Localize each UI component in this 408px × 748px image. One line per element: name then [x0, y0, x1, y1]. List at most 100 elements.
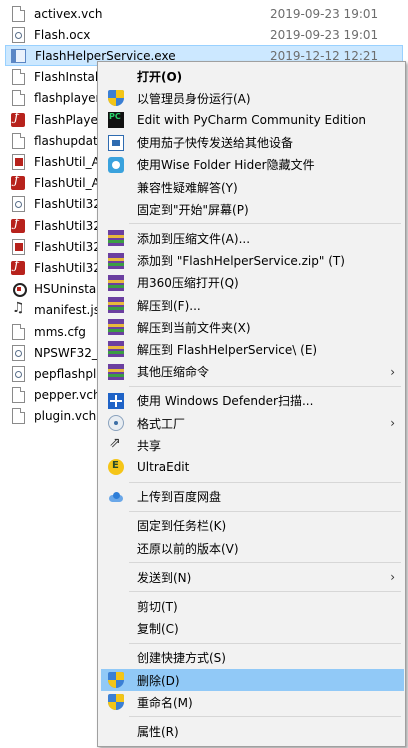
file-name: FlashUtil32_ — [34, 197, 107, 212]
executable-icon — [11, 282, 27, 298]
qiezi-icon — [108, 134, 124, 151]
file-name: activex.vch — [34, 6, 103, 21]
document-icon — [12, 387, 25, 404]
menu-item[interactable]: 解压到当前文件夹(X) — [101, 316, 404, 338]
flash-icon — [11, 110, 25, 127]
menu-item[interactable]: 解压到(F)... — [101, 294, 404, 316]
winrar-icon — [108, 230, 124, 247]
menu-item[interactable]: 添加到 "FlashHelperService.zip" (T) — [101, 250, 404, 272]
document-icon — [12, 408, 25, 425]
document-icon — [12, 69, 25, 86]
submenu-arrow-icon: › — [390, 570, 395, 585]
windows-defender-icon — [108, 392, 124, 409]
file-name: flashupdate — [34, 133, 106, 148]
menu-item-label: 固定到任务栏(K) — [137, 519, 227, 534]
menu-item[interactable]: Edit with PyCharm Community Edition — [101, 109, 404, 131]
manifest-icon — [11, 300, 25, 317]
menu-item-label: 使用 Windows Defender扫描... — [137, 394, 314, 409]
menu-item-label: 以管理员身份运行(A) — [137, 91, 251, 106]
menu-separator — [129, 716, 401, 718]
document-icon — [12, 323, 25, 340]
application-icon — [11, 48, 26, 63]
menu-item[interactable]: 删除(D) — [101, 669, 404, 691]
flash-document-icon — [12, 238, 25, 255]
menu-item[interactable]: 属性(R) — [101, 720, 404, 742]
menu-item[interactable]: 使用茄子快传发送给其他设备 — [101, 132, 404, 154]
menu-item-label: 解压到(F)... — [137, 298, 201, 313]
baidu-netdisk-icon — [108, 489, 124, 505]
menu-item[interactable]: 其他压缩命令 › — [101, 361, 404, 383]
menu-item[interactable]: 打开(O) — [101, 65, 404, 87]
file-name: plugin.vch — [34, 409, 97, 424]
settings-file-icon — [12, 344, 25, 361]
winrar-icon — [108, 297, 124, 313]
menu-item[interactable]: 用360压缩打开(Q) — [101, 272, 404, 294]
uac-shield-icon — [108, 672, 124, 688]
menu-item[interactable]: 还原以前的版本(V) — [101, 537, 404, 559]
menu-item-label: 固定到"开始"屏幕(P) — [137, 202, 249, 217]
document-icon — [12, 5, 25, 22]
menu-item[interactable]: 上传到百度网盘 — [101, 486, 404, 508]
menu-separator — [129, 510, 401, 512]
menu-item[interactable]: 以管理员身份运行(A) — [101, 87, 404, 109]
flash-document-icon — [12, 153, 25, 170]
menu-item-label: 用360压缩打开(Q) — [137, 276, 239, 291]
menu-item[interactable]: UltraEdit — [101, 456, 404, 478]
ultraedit-icon — [108, 459, 124, 476]
menu-item[interactable]: 固定到"开始"屏幕(P) — [101, 198, 404, 220]
menu-item[interactable]: 使用Wise Folder Hider隐藏文件 — [101, 154, 404, 176]
menu-item[interactable]: 兼容性疑难解答(Y) — [101, 176, 404, 198]
menu-item-label: 发送到(N) — [137, 570, 192, 585]
menu-item-label: 复制(C) — [137, 622, 179, 637]
wise-folder-hider-icon — [108, 156, 124, 173]
menu-item-label: 剪切(T) — [137, 599, 178, 614]
menu-item-label: 格式工厂 — [137, 416, 186, 431]
file-name: pepper.vch — [34, 388, 101, 403]
file-name: FlashUtil32_ — [34, 260, 107, 275]
file-name: Flash.ocx — [34, 27, 91, 42]
pycharm-icon — [108, 112, 124, 129]
menu-item-label: 重命名(M) — [137, 695, 193, 710]
document-icon — [12, 90, 25, 107]
menu-item-label: 兼容性疑难解答(Y) — [137, 180, 238, 195]
menu-item-label: 属性(R) — [137, 724, 179, 739]
file-row[interactable]: Flash.ocx 2019-09-23 19:01 — [5, 24, 403, 45]
menu-separator — [129, 562, 401, 564]
flash-icon — [11, 216, 25, 233]
file-row[interactable]: activex.vch 2019-09-23 19:01 — [5, 3, 403, 24]
menu-separator — [129, 223, 401, 225]
share-icon — [108, 435, 124, 453]
menu-item[interactable]: 创建快捷方式(S) — [101, 647, 404, 669]
winrar-icon — [108, 274, 124, 291]
settings-file-icon — [12, 365, 25, 382]
winrar-icon — [108, 341, 124, 358]
settings-file-icon — [12, 26, 25, 43]
context-menu: 打开(O) 以管理员身份运行(A) Edit with PyCharm Commun… — [97, 61, 406, 747]
menu-item-label: 添加到 "FlashHelperService.zip" (T) — [137, 254, 345, 269]
menu-item[interactable]: 使用 Windows Defender扫描... — [101, 390, 404, 412]
menu-item[interactable]: 格式工厂 › — [101, 412, 404, 434]
menu-item[interactable]: 重命名(M) — [101, 691, 404, 713]
document-icon — [12, 132, 25, 149]
menu-item-label: 解压到 FlashHelperService\ (E) — [137, 342, 318, 357]
menu-item[interactable]: 解压到 FlashHelperService\ (E) — [101, 338, 404, 360]
flash-icon — [11, 258, 25, 275]
menu-item[interactable]: 剪切(T) — [101, 595, 404, 617]
submenu-arrow-icon: › — [390, 416, 395, 430]
menu-item[interactable]: 添加到压缩文件(A)... — [101, 227, 404, 249]
format-factory-icon — [108, 415, 124, 431]
menu-item-label: UltraEdit — [137, 460, 190, 475]
file-name: FlashUtil32_ — [34, 239, 107, 254]
menu-item[interactable]: 复制(C) — [101, 618, 404, 640]
menu-item-label: 使用Wise Folder Hider隐藏文件 — [137, 158, 315, 173]
menu-item-label: 上传到百度网盘 — [137, 490, 222, 505]
winrar-icon — [108, 363, 124, 380]
file-date: 2019-09-23 19:01 — [270, 6, 379, 21]
menu-item[interactable]: 发送到(N) › — [101, 566, 404, 588]
settings-file-icon — [12, 196, 25, 213]
menu-item[interactable]: 固定到任务栏(K) — [101, 515, 404, 537]
menu-separator — [129, 642, 401, 644]
menu-item[interactable]: 共享 — [101, 434, 404, 456]
menu-item-label: 解压到当前文件夹(X) — [137, 320, 251, 335]
menu-item-label: 还原以前的版本(V) — [137, 541, 239, 556]
